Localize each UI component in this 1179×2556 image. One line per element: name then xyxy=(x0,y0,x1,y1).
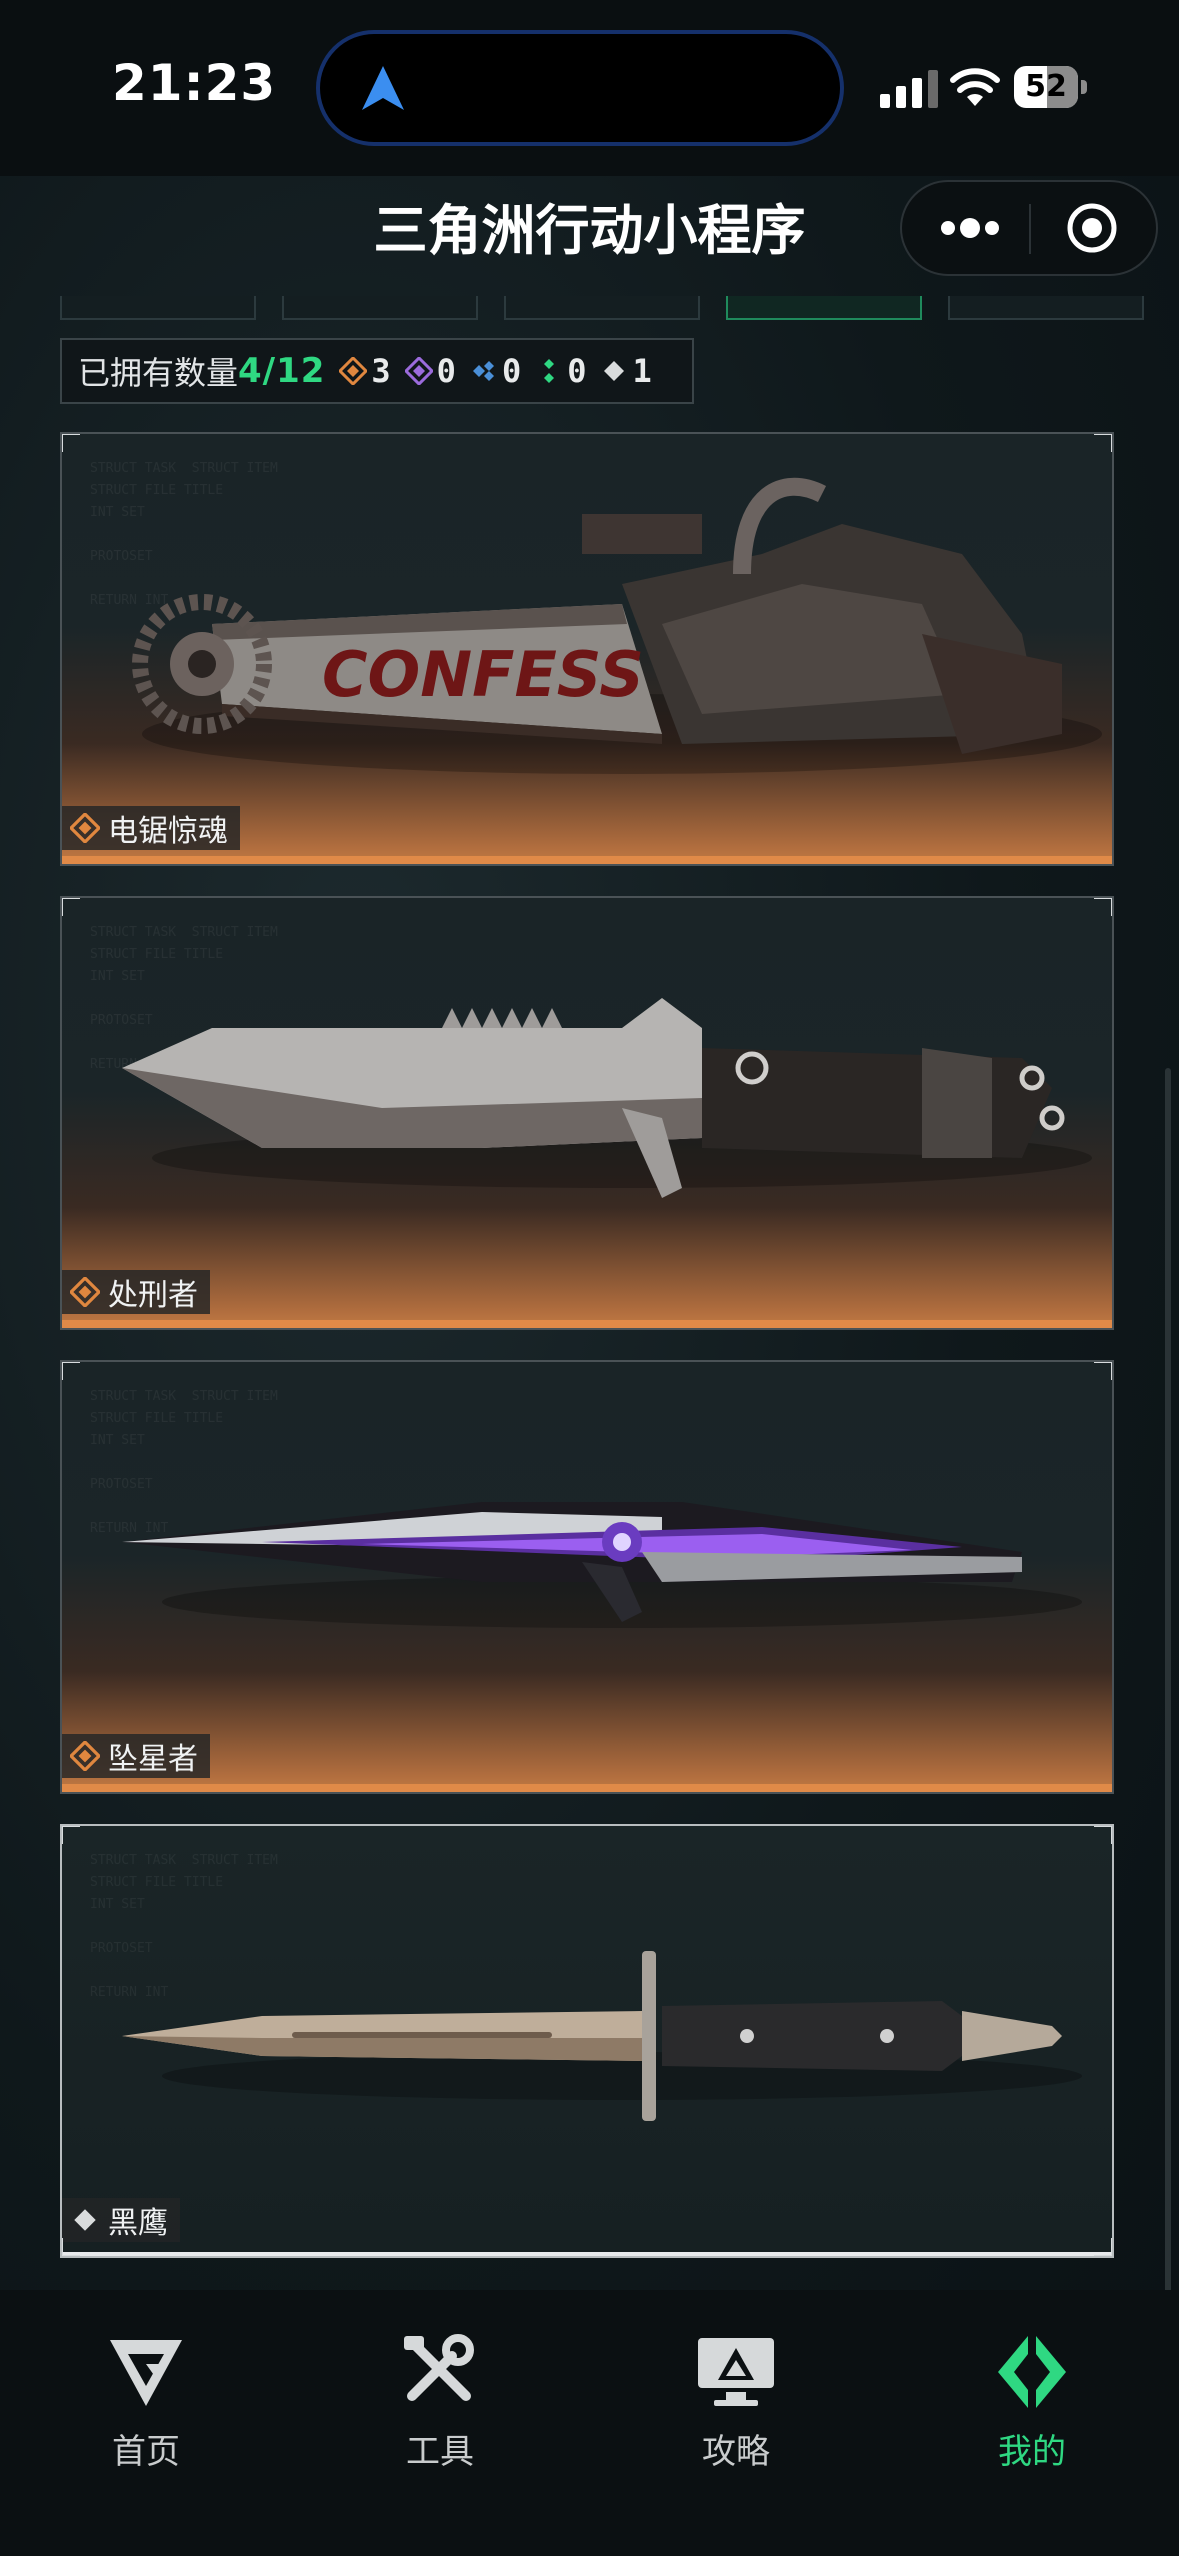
orange-diamond-icon xyxy=(70,1277,100,1307)
corner-mark xyxy=(62,898,80,916)
battery-cap xyxy=(1081,80,1087,94)
app-screen: 21:23 52 三角洲行动小程序 已拥有数量 4/12 3 0 0 0 1 S… xyxy=(0,0,1179,2556)
item-name: 黑鹰 xyxy=(108,2206,168,2241)
grade-count: 1 xyxy=(632,352,652,390)
chainsaw-artwork: CONFESS xyxy=(132,477,1102,774)
more-options-button[interactable] xyxy=(920,198,1020,258)
guide-icon xyxy=(698,2338,774,2406)
profile-logo-icon xyxy=(998,2336,1066,2408)
item-card[interactable]: STRUCT TASK STRUCT ITEM STRUCT FILE TITL… xyxy=(60,896,1114,1330)
tab-guide[interactable]: 攻略 xyxy=(636,2334,836,2484)
corner-mark xyxy=(62,1826,80,1844)
black-hawk-knife-artwork xyxy=(122,1951,1082,2121)
orange-diamond-icon xyxy=(70,813,100,843)
orange-diamond-icon xyxy=(70,1741,100,1771)
close-mini-program-button[interactable] xyxy=(1042,196,1142,260)
grade-count: 0 xyxy=(567,352,587,390)
navigation-arrow-icon xyxy=(362,66,404,110)
battery-percentage: 52 xyxy=(1025,69,1067,104)
item-name-tag: 电锯惊魂 xyxy=(62,806,240,850)
status-bar: 21:23 52 三角洲行动小程序 xyxy=(0,0,1179,276)
corner-mark xyxy=(1094,2238,1112,2256)
tab-tools[interactable]: 工具 xyxy=(340,2334,540,2484)
chainsaw-graffiti-text: CONFESS xyxy=(322,638,644,711)
executioner-knife-artwork xyxy=(122,998,1092,1198)
battery-body: 52 xyxy=(1014,66,1078,108)
status-time: 21:23 xyxy=(112,54,277,112)
wifi-icon xyxy=(950,68,1000,106)
category-tab[interactable] xyxy=(282,296,478,320)
grade-green: 0 xyxy=(535,352,586,390)
tab-profile[interactable]: 我的 xyxy=(932,2334,1132,2484)
tab-label: 攻略 xyxy=(702,2432,770,2472)
owned-count-bar: 已拥有数量 4/12 3 0 0 0 1 xyxy=(60,338,694,404)
item-name: 处刑者 xyxy=(108,1278,198,1313)
card-accent-bar xyxy=(62,2252,1112,2256)
grade-count: 0 xyxy=(436,352,456,390)
grade-orange: 3 xyxy=(339,352,391,390)
item-name-tag: 处刑者 xyxy=(62,1270,210,1314)
tab-label: 工具 xyxy=(406,2432,474,2472)
item-name-tag: 坠星者 xyxy=(62,1734,210,1778)
grade-blue: 0 xyxy=(470,352,521,390)
grade-purple: 0 xyxy=(404,352,456,390)
corner-mark xyxy=(1094,1826,1112,1844)
white-diamond-icon xyxy=(74,2209,96,2231)
tab-label: 首页 xyxy=(112,2432,180,2472)
bottom-tab-bar: 首页 工具 攻略 我的 xyxy=(0,2290,1179,2556)
tab-label: 我的 xyxy=(998,2432,1066,2472)
grade-count: 3 xyxy=(371,352,391,390)
capsule-divider xyxy=(1029,204,1031,254)
item-name: 坠星者 xyxy=(108,1742,198,1777)
battery-icon: 52 xyxy=(1014,66,1088,108)
category-tab[interactable] xyxy=(60,296,256,320)
corner-mark xyxy=(1094,898,1112,916)
blue-diamond-icon xyxy=(472,361,494,381)
scrollbar[interactable] xyxy=(1165,1068,1171,2298)
mini-program-capsule xyxy=(900,180,1158,276)
content-area: 已拥有数量 4/12 3 0 0 0 1 STRUCT TASK STRUCT … xyxy=(0,296,1179,2296)
grade-count: 0 xyxy=(501,352,522,390)
card-accent-bar xyxy=(62,1784,1112,1792)
owned-value: 4/12 xyxy=(238,351,326,391)
grade-white: 1 xyxy=(600,352,652,390)
category-tab[interactable] xyxy=(948,296,1144,320)
tab-home[interactable]: 首页 xyxy=(46,2334,246,2484)
category-tab[interactable] xyxy=(504,296,700,320)
starfall-knife-artwork xyxy=(122,1502,1082,1628)
category-tabs xyxy=(60,296,1144,320)
purple-diamond-icon xyxy=(404,357,433,385)
home-logo-icon xyxy=(110,2340,182,2406)
item-card[interactable]: STRUCT TASK STRUCT ITEM STRUCT FILE TITL… xyxy=(60,1360,1114,1794)
tools-icon xyxy=(404,2334,474,2401)
corner-mark xyxy=(1094,434,1112,452)
item-card[interactable]: STRUCT TASK STRUCT ITEM STRUCT FILE TITL… xyxy=(60,432,1114,866)
card-accent-bar xyxy=(62,1320,1112,1328)
item-card[interactable]: STRUCT TASK STRUCT ITEM STRUCT FILE TITL… xyxy=(60,1824,1114,2258)
white-diamond-icon xyxy=(604,361,625,381)
cellular-signal-icon xyxy=(880,70,938,108)
green-diamond-icon xyxy=(544,359,555,383)
corner-mark xyxy=(1094,1362,1112,1380)
dynamic-island xyxy=(316,30,844,146)
corner-mark xyxy=(62,2238,80,2256)
item-name-tag: 黑鹰 xyxy=(62,2198,180,2242)
category-tab-active[interactable] xyxy=(726,296,922,320)
orange-diamond-icon xyxy=(339,357,368,385)
corner-mark xyxy=(62,434,80,452)
item-name: 电锯惊魂 xyxy=(108,814,228,849)
corner-mark xyxy=(62,1362,80,1380)
card-accent-bar xyxy=(62,856,1112,864)
owned-label: 已拥有数量 xyxy=(78,354,239,392)
